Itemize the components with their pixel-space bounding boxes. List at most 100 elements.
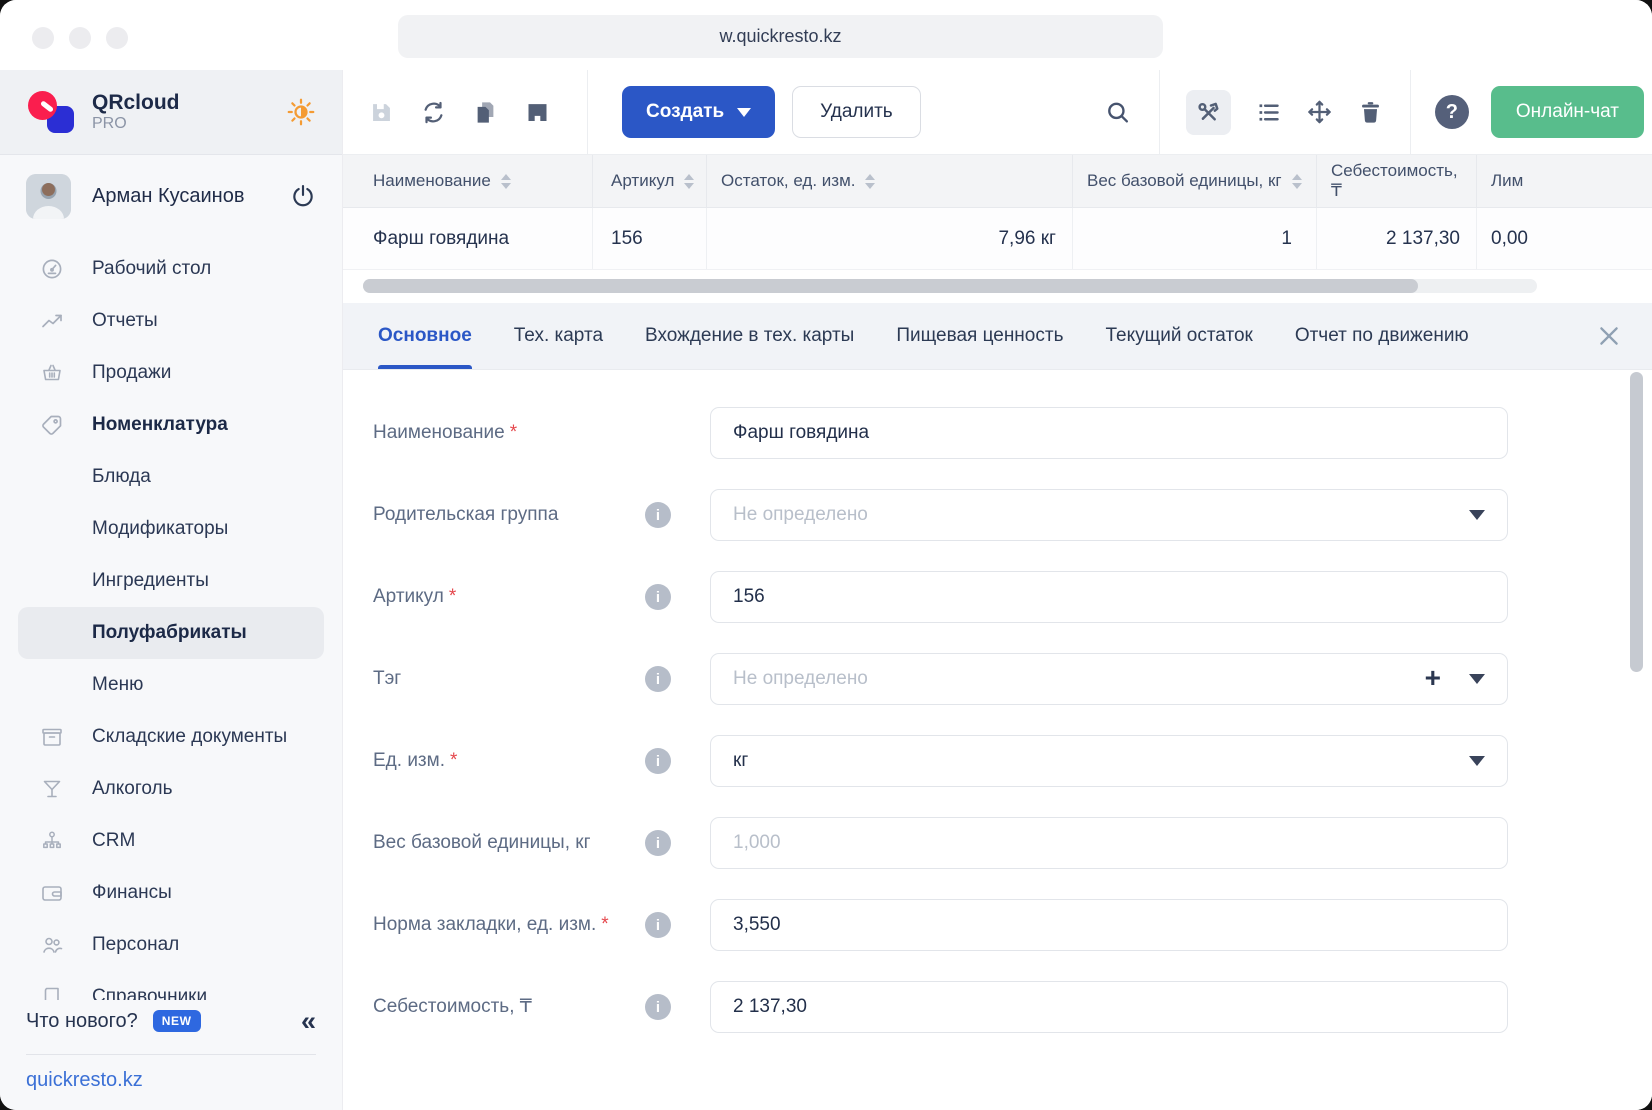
app-window: w.quickresto.kz QRcloud PRO (0, 0, 1652, 1110)
address-bar[interactable]: w.quickresto.kz (398, 15, 1163, 58)
sidebar-item-label: Продажи (92, 362, 171, 384)
sidebar-item-label: Меню (92, 674, 143, 696)
scrollbar-thumb[interactable] (363, 279, 1418, 293)
logout-power-icon[interactable] (290, 183, 316, 209)
sidebar-item-directories[interactable]: Справочники (0, 971, 342, 1000)
cell-name: Фарш говядина (343, 208, 593, 269)
sidebar-bottom: Что нового? NEW « quickresto.kz (0, 1000, 342, 1110)
site-link[interactable]: quickresto.kz (26, 1067, 316, 1100)
help-icon[interactable]: ? (1435, 95, 1469, 129)
window-maximize-dot[interactable] (106, 27, 128, 49)
sidebar-item-dishes[interactable]: Блюда (0, 451, 342, 503)
collapse-sidebar-icon[interactable]: « (301, 1008, 316, 1035)
sku-input[interactable]: 156 (710, 571, 1508, 623)
cell-limit: 0,00 (1477, 208, 1652, 269)
tag-select[interactable]: Не определено + (710, 653, 1508, 705)
sidebar-item-alcohol[interactable]: Алкоголь (0, 763, 342, 815)
sidebar-item-menu[interactable]: Меню (0, 659, 342, 711)
tab-window-icon[interactable] (524, 99, 551, 126)
column-header-sku[interactable]: Артикул (593, 155, 707, 207)
dashboard-icon (40, 257, 64, 281)
tab-tech-card[interactable]: Тех. карта (493, 303, 624, 369)
table-settings-active[interactable] (1186, 90, 1231, 135)
chevron-down-icon (1469, 756, 1485, 766)
column-header-stock[interactable]: Остаток, ед. изм. (707, 155, 1073, 207)
sidebar-item-warehouse-docs[interactable]: Складские документы (0, 711, 342, 763)
sidebar-item-dashboard[interactable]: Рабочий стол (0, 243, 342, 295)
required-mark: * (510, 422, 517, 443)
sidebar-item-sales[interactable]: Продажи (0, 347, 342, 399)
create-button[interactable]: Создать (622, 86, 775, 138)
window-close-dot[interactable] (32, 27, 54, 49)
refresh-icon[interactable] (420, 99, 447, 126)
chevron-down-icon (737, 108, 751, 117)
add-tag-icon[interactable]: + (1425, 664, 1441, 692)
sidebar: QRcloud PRO (0, 70, 343, 1110)
tab-main[interactable]: Основное (357, 303, 493, 369)
info-icon[interactable]: i (645, 994, 671, 1020)
save-icon[interactable] (368, 99, 395, 126)
parent-group-select[interactable]: Не определено (710, 489, 1508, 541)
qrcloud-logo-icon (26, 88, 76, 136)
sidebar-item-label: Отчеты (92, 310, 158, 332)
search-icon[interactable] (1104, 99, 1131, 126)
tab-tech-card-usage[interactable]: Вхождение в тех. карты (624, 303, 875, 369)
close-icon[interactable] (1596, 323, 1622, 349)
sidebar-item-modifiers[interactable]: Модификаторы (0, 503, 342, 555)
name-input[interactable]: Фарш говядина (710, 407, 1508, 459)
tab-current-stock[interactable]: Текущий остаток (1084, 303, 1273, 369)
copy-icon[interactable] (472, 99, 499, 126)
vertical-scrollbar-thumb[interactable] (1630, 372, 1643, 672)
field-tag: Тэг i Не определено + (373, 653, 1652, 705)
info-icon[interactable]: i (645, 748, 671, 774)
sidebar-item-reports[interactable]: Отчеты (0, 295, 342, 347)
delete-button-label: Удалить (820, 101, 893, 123)
sidebar-item-crm[interactable]: CRM (0, 815, 342, 867)
unit-select[interactable]: кг (710, 735, 1508, 787)
window-minimize-dot[interactable] (69, 27, 91, 49)
sidebar-item-ingredients[interactable]: Ингредиенты (0, 555, 342, 607)
list-view-icon[interactable] (1255, 99, 1282, 126)
tab-nutrition[interactable]: Пищевая ценность (875, 303, 1084, 369)
info-icon[interactable]: i (645, 666, 671, 692)
whats-new-row[interactable]: Что нового? NEW « (26, 1000, 316, 1042)
move-icon[interactable] (1306, 99, 1333, 126)
column-header-name[interactable]: Наименование (343, 155, 593, 207)
info-icon[interactable]: i (645, 830, 671, 856)
table-header: Наименование Артикул Остаток, ед. изм. В… (343, 155, 1652, 208)
info-icon[interactable]: i (645, 912, 671, 938)
sidebar-item-staff[interactable]: Персонал (0, 919, 342, 971)
column-header-base-weight[interactable]: Вес базовой единицы, кг (1073, 155, 1317, 207)
sidebar-item-semifinished[interactable]: Полуфабрикаты (18, 607, 324, 659)
table-row[interactable]: Фарш говядина 156 7,96 кг 1 2 137,30 0,0… (343, 208, 1652, 270)
info-icon[interactable]: i (645, 502, 671, 528)
column-header-limit[interactable]: Лим (1477, 155, 1652, 207)
delete-button[interactable]: Удалить (792, 86, 921, 138)
field-name: Наименование* Фарш говядина (373, 407, 1652, 459)
brand-name: QRcloud (92, 91, 180, 115)
create-button-label: Создать (646, 101, 724, 123)
user-row[interactable]: Арман Кусаинов (0, 159, 342, 233)
trash-icon[interactable] (1357, 99, 1384, 126)
divider (1410, 70, 1411, 154)
cell-cost: 2 137,30 (1317, 208, 1477, 269)
base-unit-weight-input[interactable]: 1,000 (710, 817, 1508, 869)
user-name: Арман Кусаинов (92, 185, 244, 208)
toolbar-view-group (1160, 70, 1410, 154)
portion-norm-input[interactable]: 3,550 (710, 899, 1508, 951)
window-controls[interactable] (32, 27, 128, 49)
field-unit: Ед. изм.* i кг (373, 735, 1652, 787)
tab-movement-report[interactable]: Отчет по движению (1274, 303, 1490, 369)
directories-book-icon (40, 985, 64, 1000)
sales-basket-icon (40, 361, 64, 385)
finance-wallet-icon (40, 881, 64, 905)
new-badge: NEW (153, 1010, 201, 1032)
cost-input[interactable]: 2 137,30 (710, 981, 1508, 1033)
online-chat-button[interactable]: Онлайн-чат (1491, 86, 1644, 138)
sidebar-item-finance[interactable]: Финансы (0, 867, 342, 919)
column-header-cost[interactable]: Себестоимость, ₸ (1317, 155, 1477, 207)
sort-icon (1292, 174, 1302, 189)
sidebar-item-nomenclature[interactable]: Номенклатура (0, 399, 342, 451)
theme-sun-icon[interactable] (286, 97, 316, 127)
info-icon[interactable]: i (645, 584, 671, 610)
